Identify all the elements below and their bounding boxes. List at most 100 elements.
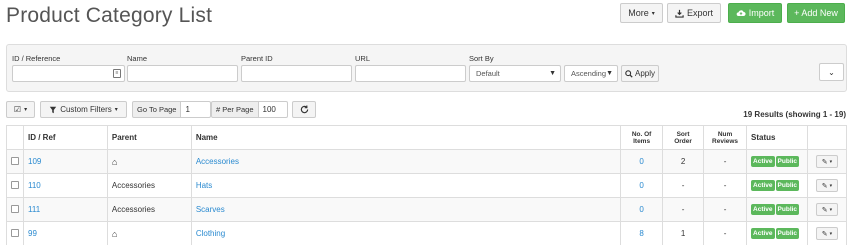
row-checkbox[interactable] bbox=[11, 156, 19, 165]
id-link[interactable]: 99 bbox=[28, 229, 37, 238]
row-checkbox[interactable] bbox=[11, 204, 19, 213]
sort-by-value: Default bbox=[476, 69, 500, 78]
results-count: 19 Results (showing 1 - 19) bbox=[743, 110, 846, 119]
caret-down-icon: ▼ bbox=[606, 70, 613, 77]
edit-icon: ✎ bbox=[821, 230, 828, 238]
sort-order-select[interactable]: Ascending ▼ bbox=[564, 65, 618, 82]
export-button[interactable]: Export bbox=[667, 3, 721, 23]
add-new-button[interactable]: + Add New bbox=[787, 3, 845, 23]
caret-down-icon: ▾ bbox=[114, 107, 118, 113]
column-header-id[interactable]: ID / Ref bbox=[23, 125, 108, 150]
apply-button[interactable]: Apply bbox=[621, 65, 659, 82]
home-icon: ⌂ bbox=[111, 156, 118, 167]
status-badge-active: Active bbox=[751, 228, 775, 239]
column-header-sort-order[interactable]: Sort Order bbox=[662, 125, 705, 150]
id-cell: 99 bbox=[23, 221, 108, 245]
parent-filter-label: Parent ID bbox=[241, 54, 273, 63]
parent-cell: Accessories bbox=[106, 173, 192, 198]
name-link[interactable]: Clothing bbox=[196, 229, 225, 238]
status-cell: Active Public bbox=[746, 149, 808, 174]
column-header-actions bbox=[806, 125, 848, 150]
search-icon bbox=[625, 69, 633, 78]
bulk-select-button[interactable]: ☑ ▾ bbox=[6, 101, 35, 118]
items-cell: 0 bbox=[620, 197, 664, 222]
custom-filters-label: Custom Filters bbox=[60, 105, 112, 114]
page-title: Product Category List bbox=[6, 4, 213, 27]
import-label: Import bbox=[748, 8, 775, 18]
id-link[interactable]: 111 bbox=[28, 205, 40, 214]
status-badge-active: Active bbox=[751, 180, 775, 191]
sort-by-select[interactable]: Default ▼ bbox=[469, 65, 561, 82]
parent-cell: Accessories bbox=[106, 197, 192, 222]
name-link[interactable]: Scarves bbox=[196, 205, 225, 214]
row-actions-button[interactable]: ✎ ▾ bbox=[815, 179, 838, 192]
more-button[interactable]: More ▾ bbox=[620, 3, 663, 23]
caret-down-icon: ▾ bbox=[651, 10, 655, 17]
sort-order-value: Ascending bbox=[571, 69, 607, 78]
add-new-label: + Add New bbox=[794, 8, 838, 18]
home-icon: ⌂ bbox=[111, 228, 118, 239]
id-filter-input[interactable]: ≡ bbox=[12, 65, 125, 82]
row-checkbox[interactable] bbox=[11, 228, 19, 237]
list-icon: ≡ bbox=[113, 69, 121, 78]
status-cell: Active Public bbox=[746, 197, 808, 222]
per-page-input[interactable]: 100 bbox=[258, 101, 288, 118]
id-link[interactable]: 110 bbox=[28, 181, 41, 190]
name-link[interactable]: Accessories bbox=[196, 157, 239, 166]
goto-page-label: Go To Page bbox=[132, 101, 182, 118]
id-cell: 109 bbox=[23, 149, 108, 174]
name-filter-input[interactable] bbox=[127, 65, 238, 82]
row-actions-button[interactable]: ✎ ▾ bbox=[815, 155, 838, 168]
edit-icon: ✎ bbox=[821, 158, 828, 166]
actions-cell: ✎ ▾ bbox=[806, 197, 848, 222]
check-square-icon: ☑ bbox=[13, 105, 22, 114]
items-cell: 8 bbox=[620, 221, 664, 245]
id-cell: 111 bbox=[23, 197, 108, 222]
name-cell: Accessories bbox=[190, 149, 622, 174]
caret-down-icon: ▾ bbox=[829, 158, 833, 165]
column-header-status[interactable]: Status bbox=[746, 125, 808, 150]
column-header-reviews[interactable]: Num Reviews bbox=[703, 125, 748, 150]
collapse-filters-button[interactable]: ⌄ bbox=[819, 63, 844, 81]
column-header-name[interactable]: Name bbox=[190, 125, 622, 150]
custom-filters-button[interactable]: Custom Filters ▾ bbox=[40, 101, 127, 118]
name-cell: Clothing bbox=[190, 221, 622, 245]
items-link[interactable]: 0 bbox=[639, 205, 643, 214]
goto-page-input[interactable]: 1 bbox=[181, 101, 212, 118]
name-cell: Hats bbox=[190, 173, 622, 198]
id-link[interactable]: 109 bbox=[28, 157, 41, 166]
table-row: 99 ⌂ Clothing 8 1 - Active Public ✎ ▾ bbox=[6, 221, 848, 245]
sort-order-cell: - bbox=[662, 173, 705, 198]
row-actions-button[interactable]: ✎ ▾ bbox=[815, 203, 838, 216]
parent-filter-input[interactable] bbox=[241, 65, 352, 82]
caret-down-icon: ▾ bbox=[829, 182, 833, 189]
url-filter-input[interactable] bbox=[355, 65, 466, 82]
table-row: 110 Accessories Hats 0 - - Active Public … bbox=[6, 173, 848, 198]
status-badge-public: Public bbox=[775, 180, 800, 191]
row-checkbox-cell bbox=[6, 173, 24, 198]
status-badge-active: Active bbox=[751, 156, 775, 167]
items-cell: 0 bbox=[620, 173, 664, 198]
actions-cell: ✎ ▾ bbox=[806, 173, 848, 198]
row-checkbox-cell bbox=[6, 221, 24, 245]
table-row: 109 ⌂ Accessories 0 2 - Active Public ✎ ▾ bbox=[6, 149, 848, 174]
column-header-items[interactable]: No. Of Items bbox=[620, 125, 664, 150]
row-checkbox-cell bbox=[6, 149, 24, 174]
items-link[interactable]: 0 bbox=[639, 157, 643, 166]
name-link[interactable]: Hats bbox=[196, 181, 212, 190]
column-header-parent[interactable]: Parent bbox=[106, 125, 192, 150]
parent-cell: ⌂ bbox=[106, 149, 192, 174]
actions-cell: ✎ ▾ bbox=[806, 221, 848, 245]
refresh-icon bbox=[300, 105, 308, 114]
items-link[interactable]: 8 bbox=[639, 229, 643, 238]
sort-order-cell: 1 bbox=[662, 221, 705, 245]
import-button[interactable]: Import bbox=[728, 3, 782, 23]
row-checkbox[interactable] bbox=[11, 180, 19, 189]
export-label: Export bbox=[686, 8, 713, 18]
row-actions-button[interactable]: ✎ ▾ bbox=[815, 227, 838, 240]
actions-cell: ✎ ▾ bbox=[806, 149, 848, 174]
items-link[interactable]: 0 bbox=[639, 181, 643, 190]
chevron-down-icon: ⌄ bbox=[828, 67, 835, 77]
refresh-button[interactable] bbox=[292, 101, 316, 118]
apply-label: Apply bbox=[634, 69, 655, 78]
